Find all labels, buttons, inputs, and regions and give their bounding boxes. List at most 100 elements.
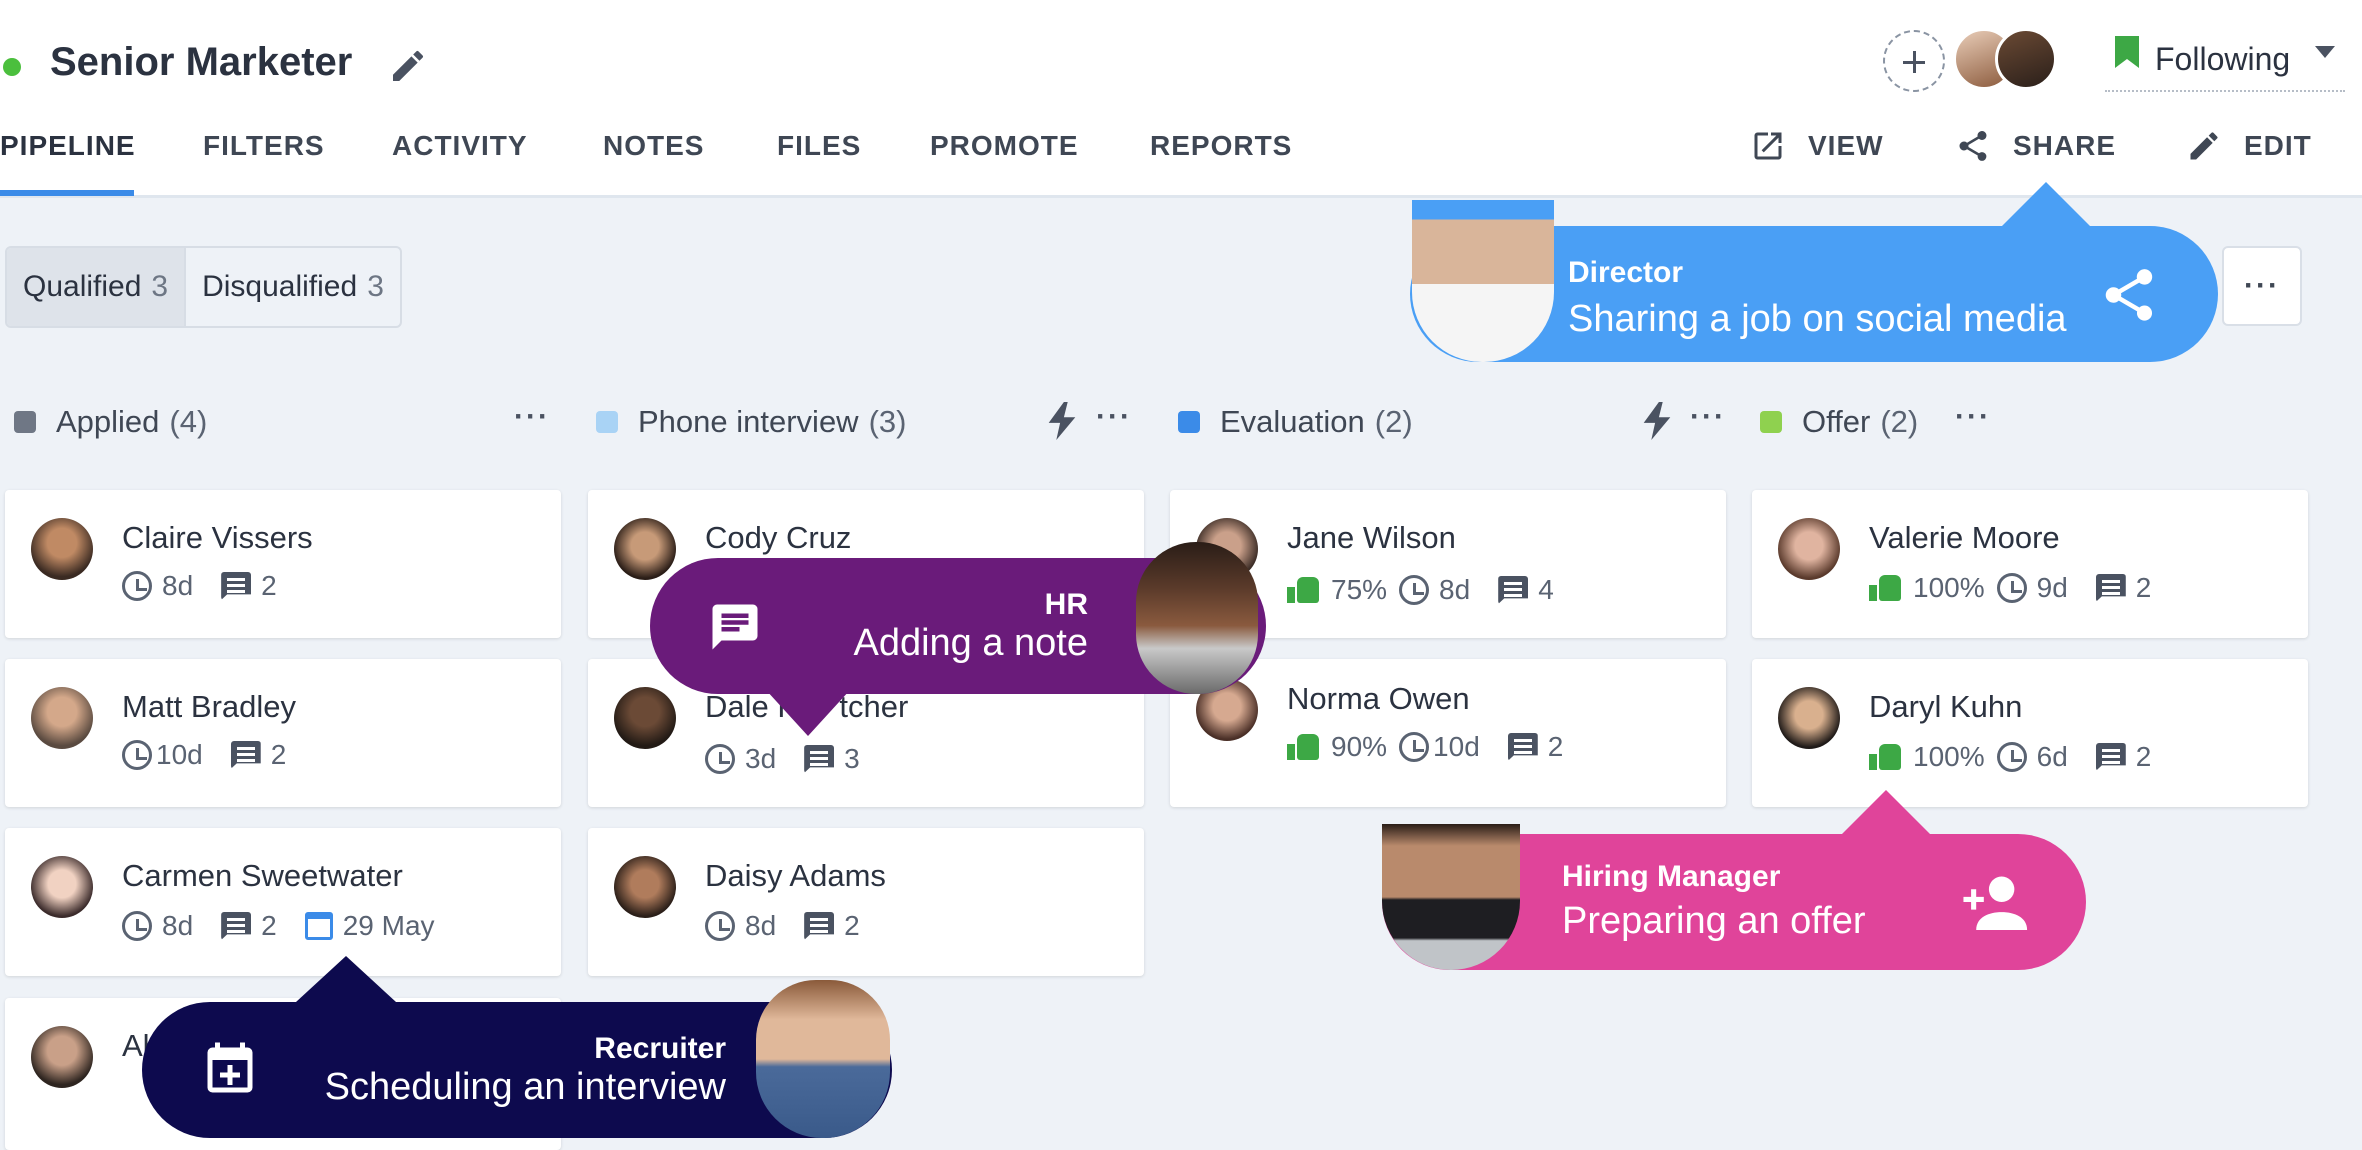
tooltip-role: Director (1568, 256, 1684, 289)
pencil-icon[interactable] (388, 46, 428, 86)
tab-promote[interactable]: PROMOTE (930, 130, 1079, 162)
status-dot (3, 58, 21, 76)
add-follower-button[interactable] (1883, 30, 1945, 92)
tab-activity[interactable]: ACTIVITY (392, 130, 528, 162)
candidate-card[interactable]: Carmen Sweetwater 8d 2 29 May (5, 828, 561, 976)
comment-icon (230, 741, 261, 769)
card-meta: 100% 6d 2 (1869, 741, 2151, 773)
avatar (614, 687, 676, 749)
clock-icon (122, 740, 152, 770)
column-menu-button[interactable]: ··· (1955, 400, 1991, 434)
candidate-name: Daryl Kuhn (1869, 689, 2023, 724)
column-header-evaluation: Evaluation (2) (1178, 400, 1413, 444)
active-tab-indicator (0, 190, 134, 196)
avatar (31, 856, 93, 918)
card-meta: 8d 2 (122, 570, 277, 602)
comment-icon (2095, 574, 2126, 602)
card-meta: 8d 2 29 May (122, 910, 435, 942)
time-in-stage: 6d (2036, 741, 2068, 772)
view-button[interactable]: VIEW (1750, 124, 1884, 168)
avatar (614, 518, 676, 580)
comment-count: 2 (261, 570, 277, 601)
candidate-name: Matt Bradley (122, 689, 297, 724)
candidate-name: Norma Owen (1287, 681, 1470, 716)
candidate-card[interactable]: Daisy Adams 8d 2 (588, 828, 1144, 976)
tooltip-pointer (296, 956, 396, 1002)
candidate-name: Daisy Adams (705, 858, 886, 893)
share-icon (1959, 131, 1987, 161)
comment-count: 3 (844, 743, 860, 774)
candidate-card[interactable]: Norma Owen 90% 10d 2 (1170, 659, 1726, 807)
tooltip-pointer (1840, 790, 1932, 836)
clock-icon (1399, 575, 1430, 605)
candidate-card[interactable]: Daryl Kuhn 100% 6d 2 (1752, 659, 2308, 807)
clock-icon (1996, 573, 2027, 603)
column-menu-button[interactable]: ··· (1096, 400, 1132, 434)
clock-icon (1996, 742, 2027, 772)
comment-count: 4 (1538, 574, 1554, 605)
share-icon (2105, 269, 2153, 321)
bolt-icon[interactable] (1048, 402, 1076, 440)
card-meta: 90% 10d 2 (1287, 731, 1563, 763)
hr-photo (1136, 542, 1258, 694)
bookmark-icon (2115, 36, 2139, 68)
share-button[interactable]: SHARE (1955, 124, 2116, 168)
interview-date: 29 May (342, 910, 435, 941)
comment-icon (804, 745, 835, 773)
comment-icon (2095, 743, 2126, 771)
bolt-icon[interactable] (1643, 402, 1671, 440)
clock-icon (705, 911, 735, 941)
disqualified-filter-button[interactable]: Disqualified 3 (186, 248, 400, 326)
candidate-card[interactable]: Valerie Moore 100% 9d 2 (1752, 490, 2308, 638)
column-header-phone-interview: Phone interview (3) (596, 400, 906, 444)
director-photo (1412, 200, 1554, 362)
qualified-filter-button[interactable]: Qualified 3 (7, 248, 187, 326)
time-in-stage: 3d (745, 743, 777, 774)
hiring-manager-photo (1382, 824, 1520, 970)
candidate-card[interactable]: Claire Vissers 8d 2 (5, 490, 561, 638)
candidate-name: Jane Wilson (1287, 520, 1456, 555)
disqualified-count: 3 (367, 270, 384, 303)
clock-icon (122, 571, 152, 601)
comment-icon (1498, 576, 1529, 604)
column-menu-button[interactable]: ··· (1690, 400, 1726, 434)
thumbs-up-icon (1287, 732, 1321, 762)
stage-color (14, 411, 36, 433)
tab-pipeline[interactable]: PIPELINE (0, 130, 136, 162)
edit-button[interactable]: EDIT (2186, 124, 2312, 168)
time-in-stage: 8d (162, 570, 194, 601)
stage-color (1178, 411, 1200, 433)
column-name: Applied (56, 404, 160, 439)
tab-filters[interactable]: FILTERS (203, 130, 325, 162)
disqualified-label: Disqualified (202, 270, 358, 303)
candidate-card[interactable]: Matt Bradley 10d 2 (5, 659, 561, 807)
stage-color (1760, 411, 1782, 433)
comment-icon (1507, 733, 1538, 761)
column-name: Evaluation (1220, 404, 1365, 439)
tab-reports[interactable]: REPORTS (1150, 130, 1292, 162)
column-menu-button[interactable]: ··· (514, 400, 550, 434)
qualification-filter: Qualified 3 Disqualified 3 (5, 246, 402, 328)
column-count: (2) (1374, 404, 1413, 439)
comment-count: 2 (2135, 741, 2152, 772)
thumbs-up-icon (1287, 575, 1321, 605)
chevron-down-icon (2315, 46, 2335, 58)
tooltip-role: Hiring Manager (1562, 860, 1781, 893)
candidate-name: Claire Vissers (122, 520, 313, 555)
calendar-plus-icon (207, 1042, 253, 1093)
following-label: Following (2155, 40, 2291, 77)
following-dropdown[interactable]: Following (2105, 28, 2345, 92)
clock-icon (122, 911, 152, 941)
score: 100% (1913, 572, 1985, 603)
time-in-stage: 9d (2036, 572, 2068, 603)
tab-files[interactable]: FILES (777, 130, 861, 162)
more-options-button[interactable]: ··· (2222, 246, 2302, 326)
note-icon (712, 604, 758, 650)
tooltip-role: HR (1044, 588, 1088, 621)
calendar-icon (304, 912, 333, 940)
tab-notes[interactable]: NOTES (603, 130, 704, 162)
comment-count: 2 (844, 910, 860, 941)
comment-icon (221, 912, 252, 940)
comment-count: 2 (261, 910, 277, 941)
column-count: (3) (868, 404, 907, 439)
